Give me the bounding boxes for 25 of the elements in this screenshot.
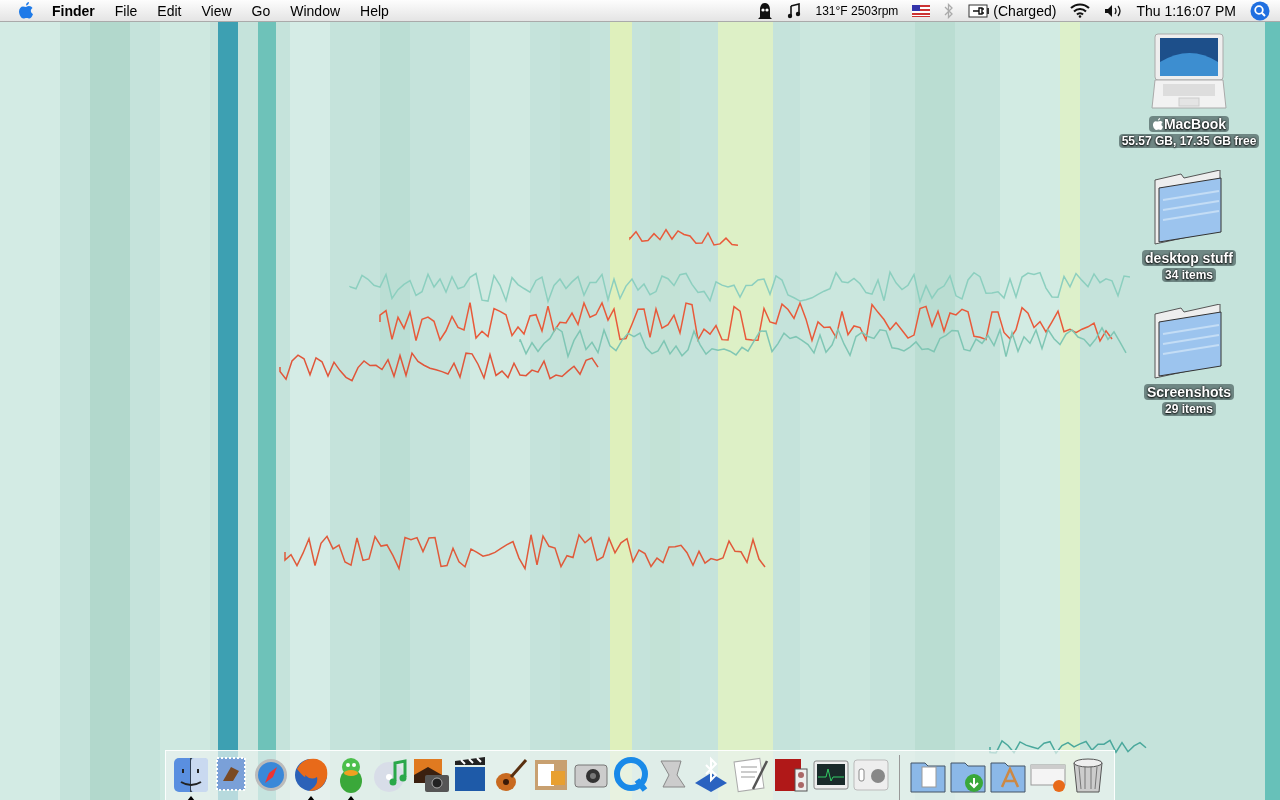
battery-status[interactable]: (Charged) bbox=[993, 2, 1057, 19]
flag-icon[interactable] bbox=[912, 4, 931, 17]
text-document-icon[interactable] bbox=[731, 755, 771, 795]
icon-info-text: 34 items bbox=[1162, 268, 1216, 282]
menu-item[interactable]: File bbox=[104, 2, 148, 19]
wifi-icon[interactable] bbox=[1070, 3, 1091, 18]
menu-item[interactable]: View bbox=[191, 2, 242, 19]
speaker-icon[interactable] bbox=[1104, 3, 1123, 18]
menu-item[interactable]: Help bbox=[350, 2, 399, 19]
menu-item[interactable]: Go bbox=[241, 2, 281, 19]
battery-plug-icon[interactable] bbox=[968, 3, 991, 18]
apple-icon bbox=[1151, 117, 1164, 131]
icon-info-text: 29 items bbox=[1162, 402, 1216, 416]
laptop-icon[interactable] bbox=[1151, 32, 1227, 112]
music-note-icon[interactable] bbox=[787, 2, 802, 19]
icon-info-text: 55.57 GB, 17.35 GB free bbox=[1118, 134, 1260, 148]
app-menu[interactable]: Finder bbox=[42, 2, 105, 19]
menu-item[interactable]: Edit bbox=[147, 2, 192, 19]
finder-face-icon[interactable] bbox=[171, 755, 211, 795]
apple-icon[interactable] bbox=[18, 1, 34, 20]
temperature-fan-reading[interactable]: 131°F 2503rpm bbox=[815, 3, 899, 18]
hooded-figure-icon[interactable] bbox=[757, 1, 774, 20]
search-icon[interactable] bbox=[1250, 0, 1270, 21]
menu-clock[interactable]: Thu 1:16:07 PM bbox=[1136, 2, 1236, 19]
menu-item[interactable]: Window bbox=[280, 2, 351, 19]
